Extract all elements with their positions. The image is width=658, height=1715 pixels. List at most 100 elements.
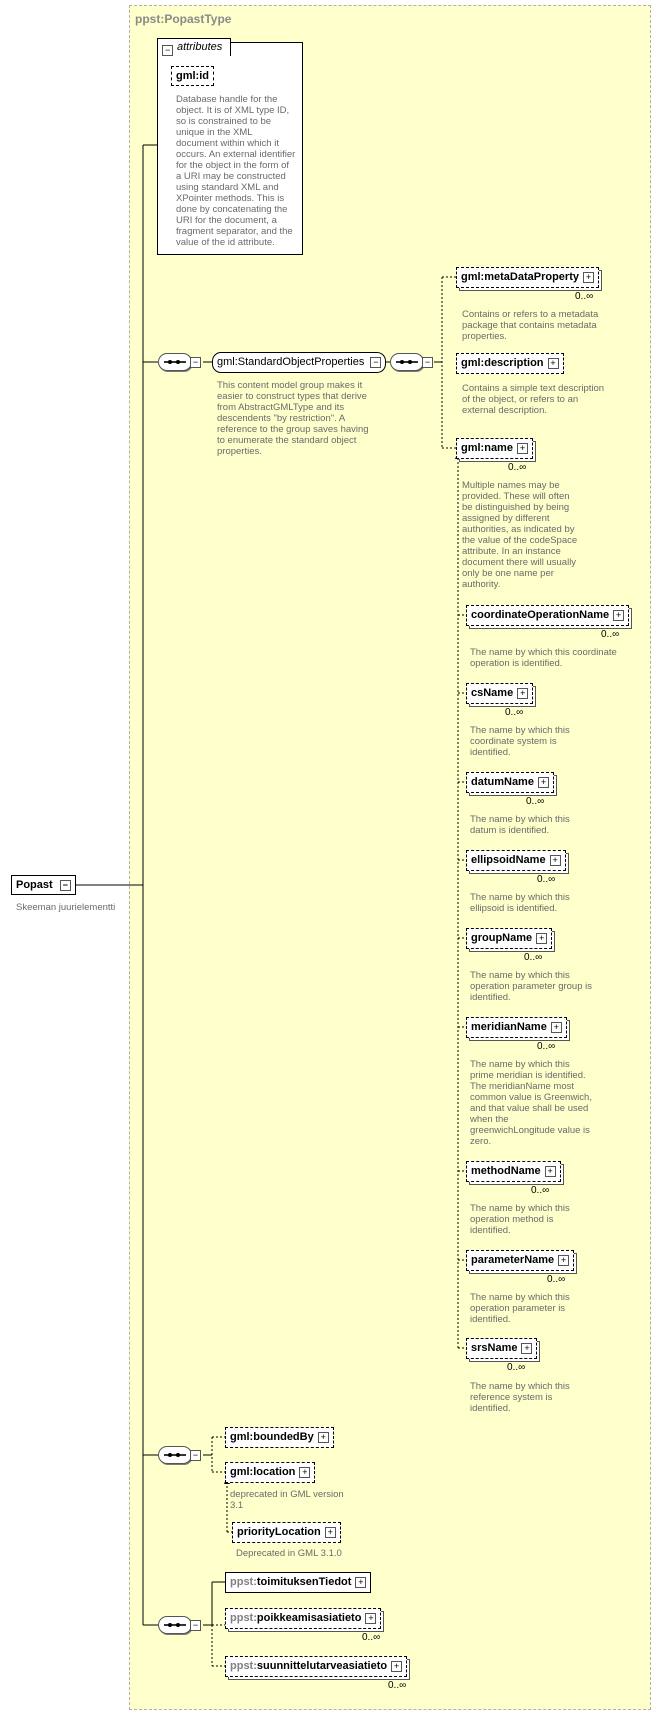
- element-desc: Contains a simple text description of th…: [462, 383, 605, 416]
- element-label: priorityLocation: [237, 1526, 321, 1538]
- expand-icon[interactable]: +: [517, 687, 529, 699]
- expand-icon[interactable]: +: [536, 932, 548, 944]
- cardinality: 0..∞: [505, 707, 524, 718]
- sequence-compositor[interactable]: [158, 353, 192, 371]
- element-label: toimituksenTiedot: [256, 1576, 352, 1588]
- attribute-gml-id[interactable]: gml:id: [171, 66, 214, 86]
- element-label: parameterName: [471, 1254, 555, 1266]
- element-gml-description[interactable]: gml:description +: [456, 353, 564, 374]
- element-gml-location[interactable]: gml:location +: [225, 1462, 316, 1483]
- expand-icon[interactable]: +: [299, 1466, 311, 1478]
- root-element[interactable]: Popast −: [11, 875, 76, 895]
- element-srsname[interactable]: srsName +: [466, 1338, 538, 1359]
- collapse-icon[interactable]: −: [162, 42, 173, 58]
- element-desc: The name by which this operation method …: [470, 1203, 570, 1236]
- sequence-compositor[interactable]: [158, 1446, 192, 1464]
- element-desc: Multiple names may be provided. These wi…: [462, 480, 578, 590]
- expand-icon[interactable]: +: [549, 854, 561, 866]
- collapse-icon[interactable]: −: [190, 1620, 201, 1631]
- root-element-desc: Skeeman juurielementti: [16, 902, 116, 913]
- element-gml-metadataproperty[interactable]: gml:metaDataProperty +: [456, 267, 599, 288]
- element-label: gml:location: [230, 1466, 296, 1478]
- element-ellipsoidname[interactable]: ellipsoidName +: [466, 850, 566, 871]
- expand-icon[interactable]: +: [391, 1660, 403, 1672]
- sequence-compositor[interactable]: [158, 1616, 192, 1634]
- cardinality: 0..∞: [547, 1274, 566, 1285]
- sequence-compositor[interactable]: [390, 353, 424, 371]
- element-prioritylocation[interactable]: priorityLocation +: [232, 1522, 341, 1543]
- element-csname[interactable]: csName +: [466, 683, 534, 704]
- element-desc: deprecated in GML version 3.1: [230, 1489, 344, 1511]
- element-prefix: ppst:: [230, 1660, 257, 1672]
- expand-icon[interactable]: +: [537, 776, 549, 788]
- expand-icon[interactable]: +: [324, 1526, 336, 1538]
- expand-icon[interactable]: +: [355, 1576, 367, 1588]
- expand-icon[interactable]: +: [521, 1342, 533, 1354]
- expand-icon[interactable]: +: [582, 271, 594, 283]
- element-desc: The name by which this reference system …: [470, 1381, 570, 1414]
- element-label: coordinateOperationName: [471, 609, 610, 621]
- attributes-tab[interactable]: − attributes: [157, 38, 231, 56]
- element-label: datumName: [471, 776, 534, 788]
- element-prefix: ppst:: [230, 1576, 257, 1588]
- cardinality: 0..∞: [537, 1041, 556, 1052]
- element-label: gml:description: [461, 357, 544, 369]
- element-desc: The name by which this prime meridian is…: [470, 1059, 592, 1147]
- expand-icon[interactable]: +: [547, 357, 559, 369]
- element-label: gml:metaDataProperty: [461, 271, 579, 283]
- cardinality: 0..∞: [388, 1680, 407, 1691]
- element-gml-name[interactable]: gml:name +: [456, 438, 533, 459]
- element-desc: The name by which this coordinate system…: [470, 725, 570, 758]
- element-groupname[interactable]: groupName +: [466, 928, 553, 949]
- cardinality: 0..∞: [531, 1185, 550, 1196]
- root-element-label: Popast: [16, 879, 53, 891]
- element-parametername[interactable]: parameterName +: [466, 1250, 575, 1271]
- group-label: gml:StandardObjectProperties: [217, 356, 365, 368]
- attribute-gml-id-desc: Database handle for the object. It is of…: [176, 94, 296, 248]
- element-desc: The name by which this datum is identifi…: [470, 814, 570, 836]
- element-gml-boundedby[interactable]: gml:boundedBy +: [225, 1427, 334, 1448]
- element-desc: Deprecated in GML 3.1.0: [236, 1548, 342, 1559]
- element-label: groupName: [471, 932, 533, 944]
- cardinality: 0..∞: [526, 796, 545, 807]
- element-desc: Contains or refers to a metadata package…: [462, 309, 599, 342]
- cardinality: 0..∞: [507, 1362, 526, 1373]
- element-datumname[interactable]: datumName +: [466, 772, 554, 793]
- element-meridianname[interactable]: meridianName +: [466, 1017, 567, 1038]
- element-desc: The name by which this operation paramet…: [470, 1292, 570, 1325]
- group-desc: This content model group makes it easier…: [217, 380, 369, 457]
- cardinality: 0..∞: [524, 952, 543, 963]
- collapse-icon[interactable]: −: [422, 357, 433, 368]
- expand-icon[interactable]: +: [365, 1612, 377, 1624]
- element-ppst-poikkeamisasiatieto[interactable]: ppst:poikkeamisasiatieto +: [225, 1608, 382, 1629]
- element-label: poikkeamisasiatieto: [256, 1612, 362, 1624]
- element-prefix: ppst:: [230, 1612, 257, 1624]
- element-ppst-suunnittelutarveasiatieto[interactable]: ppst:suunnittelutarveasiatieto +: [225, 1656, 408, 1677]
- expand-icon[interactable]: +: [544, 1165, 556, 1177]
- expand-icon[interactable]: +: [558, 1254, 570, 1266]
- element-label: ellipsoidName: [471, 854, 546, 866]
- element-label: srsName: [471, 1342, 518, 1354]
- element-label: gml:boundedBy: [230, 1431, 314, 1443]
- element-label: suunnittelutarveasiatieto: [256, 1660, 388, 1672]
- attribute-gml-id-label: gml:id: [176, 70, 209, 82]
- expand-icon[interactable]: +: [516, 442, 528, 454]
- cardinality: 0..∞: [537, 874, 556, 885]
- group-standard-object-properties[interactable]: gml:StandardObjectProperties −: [212, 352, 387, 373]
- attributes-tab-label: attributes: [177, 41, 223, 53]
- element-coordinateoperationname[interactable]: coordinateOperationName +: [466, 605, 630, 626]
- expand-icon[interactable]: +: [550, 1021, 562, 1033]
- collapse-icon[interactable]: −: [59, 880, 71, 891]
- element-desc: The name by which this ellipsoid is iden…: [470, 892, 570, 914]
- element-methodname[interactable]: methodName +: [466, 1161, 561, 1182]
- expand-icon[interactable]: +: [317, 1431, 329, 1443]
- element-desc: The name by which this operation paramet…: [470, 970, 592, 1003]
- cardinality: 0..∞: [362, 1632, 381, 1643]
- element-ppst-toimituksentiedot[interactable]: ppst:toimituksenTiedot +: [225, 1572, 372, 1593]
- collapse-icon[interactable]: −: [190, 1450, 201, 1461]
- collapse-icon[interactable]: −: [190, 357, 201, 368]
- cardinality: 0..∞: [575, 291, 594, 302]
- element-label: methodName: [471, 1165, 541, 1177]
- collapse-icon[interactable]: −: [370, 357, 382, 368]
- expand-icon[interactable]: +: [613, 609, 625, 621]
